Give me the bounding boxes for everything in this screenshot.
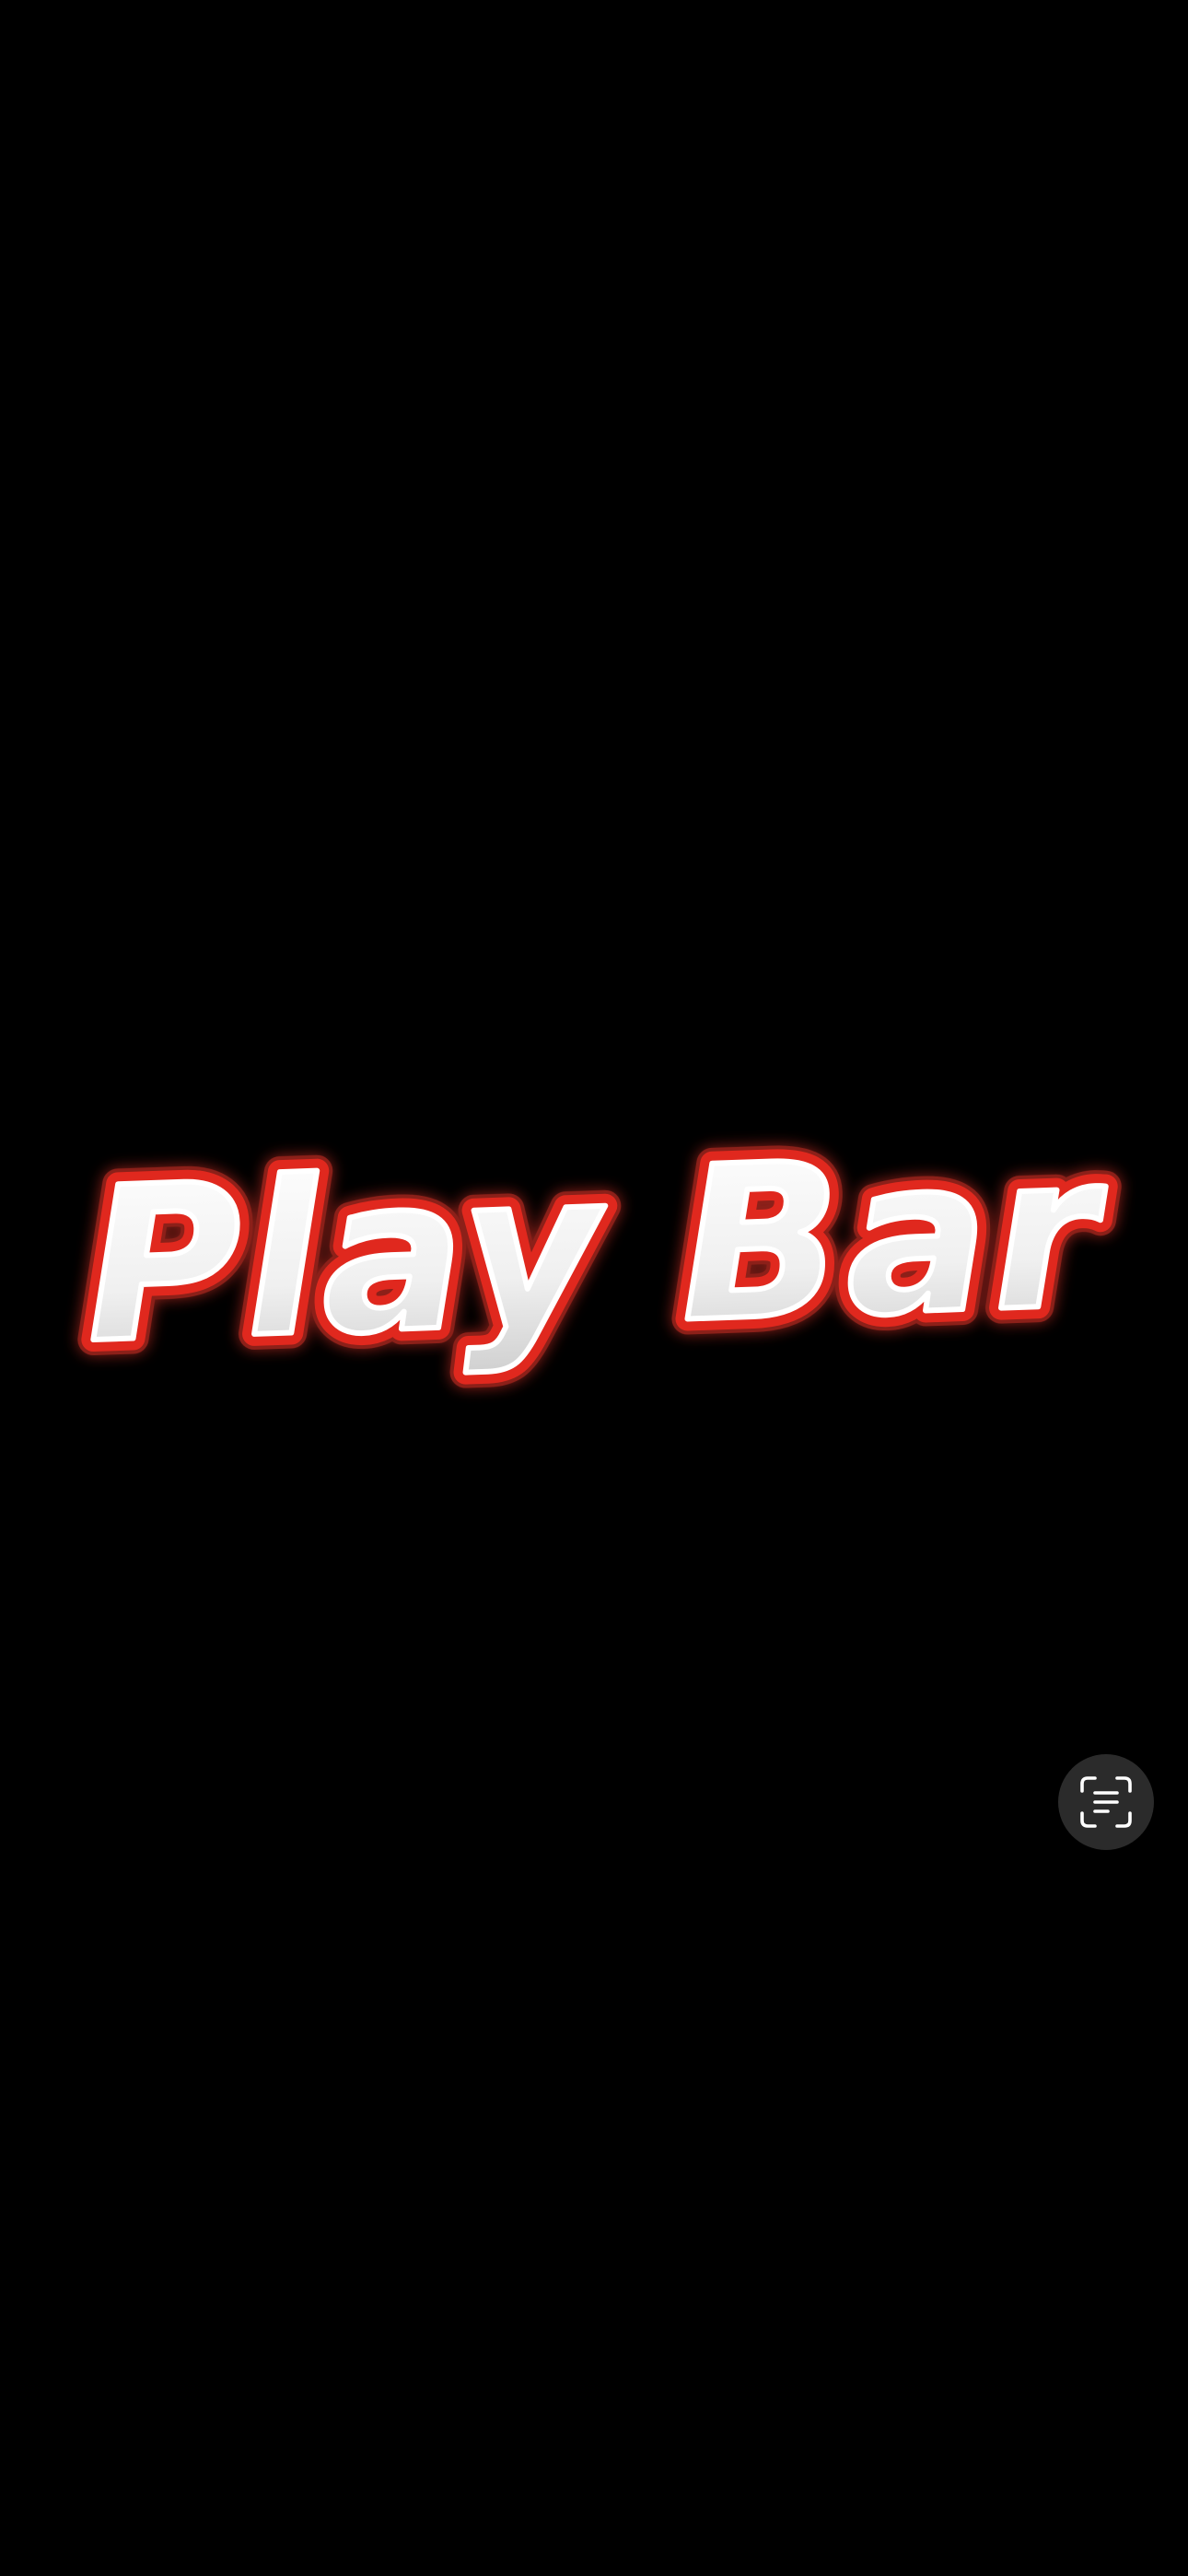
logo-graphic: Play Bar Play Bar Play Bar <box>66 1094 1128 1407</box>
text-scan-icon <box>1080 1776 1132 1828</box>
text-scan-button[interactable] <box>1058 1754 1154 1850</box>
app-logo: Play Bar Play Bar Play Bar <box>0 1087 1188 1456</box>
logo-text: Play Bar <box>82 1109 1112 1391</box>
